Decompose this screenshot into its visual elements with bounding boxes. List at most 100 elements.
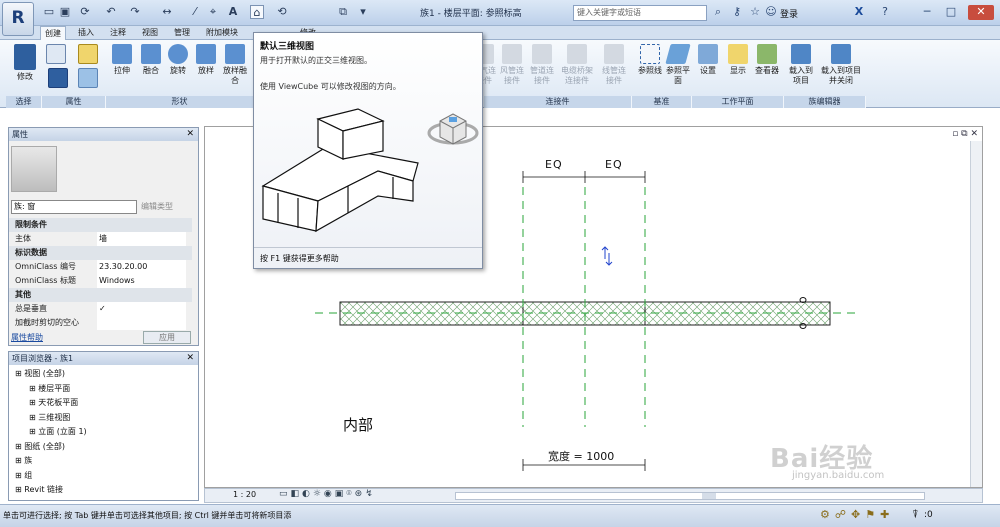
pipe-connector-button[interactable]: 管道连接件 — [528, 44, 556, 86]
width-dimension-label[interactable]: 宽度 = 1000 — [548, 448, 614, 464]
family-category-button[interactable] — [46, 68, 70, 90]
tab-manage[interactable]: 管理 — [170, 26, 194, 40]
help-icon[interactable]: ? — [878, 5, 892, 20]
horizontal-scrollbar[interactable] — [455, 492, 925, 500]
browser-tree-item[interactable]: ⊞ Revit 链接 — [15, 484, 63, 496]
property-value[interactable]: 墙 — [97, 232, 186, 246]
flip-arrows-icon[interactable] — [601, 246, 613, 266]
family-types-button[interactable] — [76, 68, 100, 90]
user-icon[interactable]: ☺ — [764, 5, 778, 20]
browser-tree-item[interactable]: ⊞ 组 — [15, 470, 32, 482]
swept-blend-button[interactable]: 放样融合 — [221, 44, 249, 86]
subscription-icon[interactable]: ⚷ — [730, 5, 744, 20]
status-bar: 单击可进行选择; 按 Tab 键并单击可选择其他项目; 按 Ctrl 键并单击可… — [0, 504, 1000, 527]
redo-icon[interactable]: ↷ — [128, 5, 142, 19]
properties-button[interactable] — [44, 44, 68, 66]
view-control-icons[interactable]: ▭◧◐☼◉▣⌾⊛↯ — [279, 489, 376, 499]
filter-icon[interactable]: ⍒ — [912, 508, 919, 522]
tab-addins[interactable]: 附加模块 — [202, 26, 242, 40]
exchange-apps-icon[interactable]: X — [852, 5, 866, 20]
expand-icon[interactable]: ⊞ — [29, 413, 38, 422]
eq-label-left[interactable]: EQ — [545, 158, 563, 171]
browser-tree-item[interactable]: ⊞ 视图 (全部) — [15, 368, 65, 380]
load-and-close-button[interactable]: 载入到项目并关闭 — [818, 44, 864, 86]
browser-tree-item[interactable]: ⊞ 立面 (立面 1) — [29, 426, 87, 438]
apply-button[interactable]: 应用 — [143, 331, 191, 344]
type-properties-button[interactable] — [76, 44, 100, 66]
browser-tree-item[interactable]: ⊞ 楼层平面 — [29, 383, 70, 395]
property-value[interactable]: ✓ — [97, 302, 186, 316]
close-icon[interactable]: ✕ — [186, 129, 194, 139]
type-selector-dropdown[interactable]: 族: 窗 — [11, 200, 137, 214]
browser-tree-item[interactable]: ⊞ 族 — [15, 455, 32, 467]
conduit-connector-button[interactable]: 线管连接件 — [600, 44, 628, 86]
tab-create[interactable]: 创建 — [40, 26, 66, 40]
text-icon[interactable]: A — [226, 5, 240, 19]
binoculars-icon[interactable]: ⌕ — [711, 5, 725, 20]
cable-tray-connector-button[interactable]: 电缆桥架连接件 — [560, 44, 594, 86]
property-section[interactable]: 标识数据 — [9, 246, 192, 260]
expand-icon[interactable]: ⊞ — [15, 456, 24, 465]
default-3d-view-icon[interactable]: ⌂ — [250, 5, 264, 19]
close-icon[interactable]: ✕ — [186, 353, 194, 363]
expand-icon[interactable]: ⊞ — [15, 485, 24, 494]
browser-tree-item[interactable]: ⊞ 天花板平面 — [29, 397, 78, 409]
select-panel-label[interactable]: 选择 — [6, 96, 42, 108]
expand-icon[interactable]: ⊞ — [29, 384, 38, 393]
browser-tree-item[interactable]: ⊞ 图纸 (全部) — [15, 441, 65, 453]
dimension-icon[interactable]: ⁄ — [188, 5, 202, 19]
show-workplane-button[interactable]: 显示 — [724, 44, 752, 76]
open-icon[interactable]: ▭ — [42, 5, 56, 19]
measure-icon[interactable]: ↔ — [160, 5, 174, 19]
chevron-down-icon[interactable]: ▾ — [356, 5, 370, 19]
modify-button[interactable]: 修改 — [10, 44, 40, 82]
expand-icon[interactable]: ⊞ — [29, 398, 38, 407]
tab-annotate[interactable]: 注释 — [106, 26, 130, 40]
eq-label-right[interactable]: EQ — [605, 158, 623, 171]
sync-icon[interactable]: ⟳ — [78, 5, 92, 19]
property-section[interactable]: 其他 — [9, 288, 192, 302]
blend-button[interactable]: 融合 — [137, 44, 165, 76]
scrollbar-thumb[interactable] — [702, 493, 716, 499]
expand-icon[interactable]: ⊞ — [29, 427, 38, 436]
properties-help-link[interactable]: 属性帮助 — [11, 332, 43, 343]
eq-dimension[interactable] — [522, 171, 646, 183]
favorites-star-icon[interactable]: ☆ — [748, 5, 762, 20]
view-scale[interactable]: 1 : 20 — [233, 490, 256, 499]
status-toolbar-icons[interactable]: ⚙☍✥⚑✚ — [820, 508, 894, 521]
browser-tree-item[interactable]: ⊞ 三维视图 — [29, 412, 70, 424]
sweep-button[interactable]: 放样 — [192, 44, 220, 76]
expand-icon[interactable]: ⊞ — [15, 369, 24, 378]
application-menu-button[interactable]: R — [2, 2, 34, 36]
section-icon[interactable]: ⟲ — [275, 5, 289, 19]
property-value[interactable]: Windows — [97, 274, 186, 288]
login-button[interactable]: 登录 — [780, 7, 798, 20]
tab-insert[interactable]: 插入 — [74, 26, 98, 40]
property-section[interactable]: 限制条件 — [9, 218, 192, 232]
tag-icon[interactable]: ⌖ — [206, 5, 220, 19]
close-icon[interactable]: ✕ — [968, 5, 994, 20]
reference-line-button[interactable]: 参照线 — [636, 44, 664, 76]
edit-type-button[interactable]: 编辑类型 — [141, 200, 195, 214]
switch-windows-icon[interactable]: ⧉ — [336, 5, 350, 19]
tooltip-3d-preview-image — [261, 108, 479, 233]
undo-icon[interactable]: ↶ — [104, 5, 118, 19]
extrusion-button[interactable]: 拉伸 — [108, 44, 136, 76]
duct-connector-button[interactable]: 风管连接件 — [498, 44, 526, 86]
save-icon[interactable]: ▣ — [58, 5, 72, 19]
load-into-project-button[interactable]: 载入到项目 — [786, 44, 816, 86]
tab-view[interactable]: 视图 — [138, 26, 162, 40]
expand-icon[interactable]: ⊞ — [15, 442, 24, 451]
minimize-icon[interactable]: ─ — [920, 5, 934, 20]
viewer-button[interactable]: 查看器 — [752, 44, 782, 76]
tooltip-footer: 按 F1 键获得更多帮助 — [260, 254, 339, 263]
maximize-icon[interactable]: □ — [944, 5, 958, 20]
property-value[interactable]: 23.30.20.00 — [97, 260, 186, 274]
property-value[interactable] — [97, 316, 186, 330]
reference-plane-button[interactable]: 参照平面 — [664, 44, 692, 86]
vertical-scrollbar[interactable] — [970, 141, 982, 487]
revolve-button[interactable]: 旋转 — [164, 44, 192, 76]
expand-icon[interactable]: ⊞ — [15, 471, 24, 480]
set-workplane-button[interactable]: 设置 — [694, 44, 722, 76]
help-search-input[interactable]: 键入关键字或短语 — [573, 5, 707, 21]
